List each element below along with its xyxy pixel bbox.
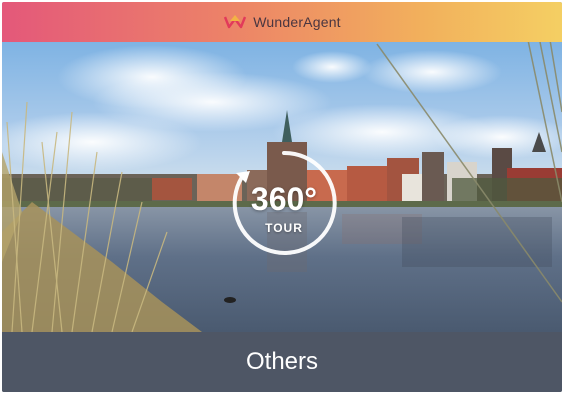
caption-bar: Others xyxy=(2,332,562,392)
brand-name: WunderAgent xyxy=(253,14,341,30)
tour-360-button[interactable]: 360° TOUR xyxy=(228,147,340,259)
category-title: Others xyxy=(245,348,319,375)
header-bar: WunderAgent xyxy=(2,2,562,42)
crown-house-icon xyxy=(224,15,247,29)
tour-360-number: 360° xyxy=(250,181,318,217)
tour-card[interactable]: WunderAgent 360° TOUR Others xyxy=(2,2,562,392)
tour-label: TOUR xyxy=(265,221,303,235)
